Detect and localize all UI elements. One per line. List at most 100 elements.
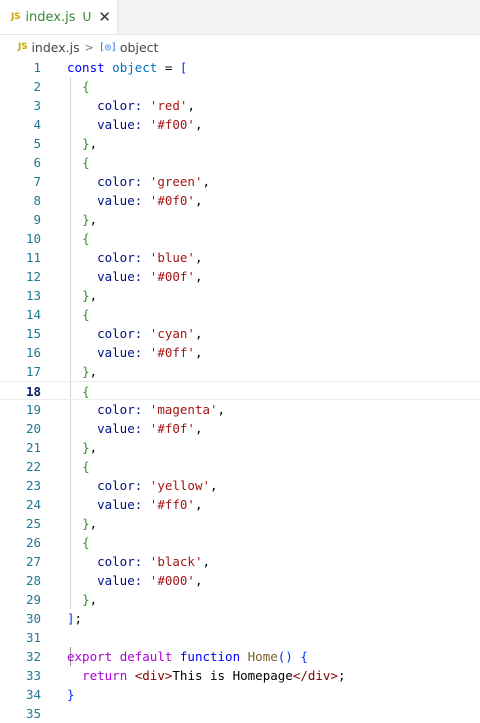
line-number: 10 <box>25 231 41 246</box>
bracket-token: { <box>300 649 308 664</box>
bracket-token: [ <box>179 60 188 75</box>
bracket-token: { <box>82 307 90 322</box>
code-line[interactable]: 27 color: 'black', <box>0 552 480 571</box>
bracket-token: { <box>82 459 90 474</box>
keyword-token: default <box>119 649 173 664</box>
code-line[interactable]: 35 <box>0 704 480 723</box>
line-number: 26 <box>25 535 41 550</box>
line-code: value: '#ff0', <box>67 495 202 514</box>
code-line[interactable]: 3 color: 'red', <box>0 96 480 115</box>
line-number: 20 <box>25 421 41 436</box>
code-line[interactable]: 10 { <box>0 229 480 248</box>
code-line[interactable]: 2 { <box>0 77 480 96</box>
code-line[interactable]: 32 export default function Home() { <box>0 647 480 666</box>
string-token: 'cyan' <box>149 326 195 341</box>
line-number: 29 <box>25 592 41 607</box>
line-code: value: '#000', <box>67 571 202 590</box>
property-token: value: <box>97 193 150 208</box>
bracket-token: } <box>82 440 90 455</box>
property-token: color: <box>97 478 150 493</box>
code-line[interactable]: 12 value: '#00f', <box>0 267 480 286</box>
code-line[interactable]: 23 color: 'yellow', <box>0 476 480 495</box>
code-line[interactable]: 21 }, <box>0 438 480 457</box>
code-line[interactable]: 34} <box>0 685 480 704</box>
bracket-token: { <box>82 79 90 94</box>
code-line[interactable]: 7 color: 'green', <box>0 172 480 191</box>
code-token: , <box>210 478 218 493</box>
code-line[interactable]: 1 const object = [ <box>0 58 480 77</box>
code-token: , <box>194 421 203 436</box>
code-line[interactable]: 6 { <box>0 153 480 172</box>
line-code: value: '#00f', <box>67 267 202 286</box>
line-number: 21 <box>25 440 41 455</box>
code-line[interactable]: 5 }, <box>0 134 480 153</box>
string-token: '#ff0' <box>149 497 195 512</box>
line-number: 17 <box>25 364 41 379</box>
code-line[interactable]: 30]; <box>0 609 480 628</box>
line-number: 5 <box>33 136 41 151</box>
keyword-token: const <box>67 60 105 75</box>
line-code: { <box>67 305 90 324</box>
property-token: value: <box>97 269 150 284</box>
code-line[interactable]: 25 }, <box>0 514 480 533</box>
property-token: color: <box>97 326 150 341</box>
code-line[interactable]: 18 { <box>0 381 480 400</box>
code-line[interactable]: 9 }, <box>0 210 480 229</box>
code-line[interactable]: 4 value: '#f00', <box>0 115 480 134</box>
code-line[interactable]: 17 }, <box>0 362 480 381</box>
line-code: value: '#0f0', <box>67 191 202 210</box>
line-code: }, <box>67 362 97 381</box>
code-token: = <box>157 60 180 75</box>
string-token: 'black' <box>149 554 203 569</box>
code-token: ; <box>337 668 346 683</box>
line-code: }, <box>67 590 97 609</box>
line-number: 18 <box>25 384 41 399</box>
code-line[interactable]: 20 value: '#f0f', <box>0 419 480 438</box>
variable-token: object <box>112 60 158 75</box>
code-token: , <box>89 288 98 303</box>
line-number: 6 <box>33 155 41 170</box>
code-line[interactable]: 14 { <box>0 305 480 324</box>
breadcrumb-file[interactable]: index.js <box>31 40 79 55</box>
code-line[interactable]: 11 color: 'blue', <box>0 248 480 267</box>
code-token: , <box>194 117 203 132</box>
tab-index-js[interactable]: JS index.js U ✕ <box>0 0 118 34</box>
code-token: , <box>202 554 211 569</box>
code-token: , <box>194 326 203 341</box>
bracket-token: } <box>67 687 75 702</box>
code-line[interactable]: 13 }, <box>0 286 480 305</box>
jsx-tag-token: <div> <box>134 668 173 683</box>
code-line[interactable]: 15 color: 'cyan', <box>0 324 480 343</box>
property-token: value: <box>97 421 150 436</box>
string-token: 'magenta' <box>149 402 218 417</box>
property-token: color: <box>97 554 150 569</box>
code-line[interactable]: 8 value: '#0f0', <box>0 191 480 210</box>
code-line[interactable]: 33 return <div>This is Homepage</div>; <box>0 666 480 685</box>
code-editor[interactable]: 1 const object = [2 {3 color: 'red', 4 val… <box>0 58 480 723</box>
code-line[interactable]: 22 { <box>0 457 480 476</box>
code-line[interactable]: 19 color: 'magenta', <box>0 400 480 419</box>
breadcrumb-symbol[interactable]: object <box>120 40 159 55</box>
code-line[interactable]: 31 <box>0 628 480 647</box>
bracket-token: } <box>82 136 90 151</box>
code-line[interactable]: 16 value: '#0ff', <box>0 343 480 362</box>
bracket-token: { <box>82 535 90 550</box>
code-line[interactable]: 28 value: '#000', <box>0 571 480 590</box>
tab-label: index.js <box>25 9 76 25</box>
code-line[interactable]: 29 }, <box>0 590 480 609</box>
code-line[interactable]: 24 value: '#ff0', <box>0 495 480 514</box>
code-line[interactable]: 26 { <box>0 533 480 552</box>
close-icon[interactable]: ✕ <box>98 8 111 26</box>
